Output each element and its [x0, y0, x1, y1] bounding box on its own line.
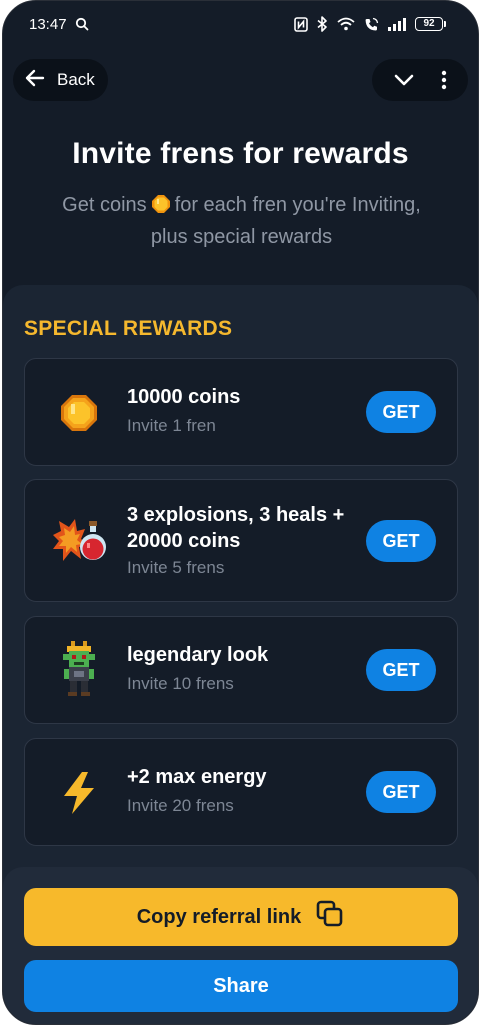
explosion-potion-icon [51, 513, 107, 569]
reward-title: 3 explosions, 3 heals + 20000 coins [127, 504, 345, 552]
reward-card: +2 max energy Invite 20 frens GET [24, 738, 458, 846]
reward-requirement: Invite 20 frens [127, 796, 234, 815]
app-menu-controls [372, 59, 468, 101]
reward-text: +2 max energy Invite 20 frens [127, 764, 267, 816]
status-time: 13:47 [29, 15, 67, 33]
section-title: SPECIAL REWARDS [24, 317, 233, 340]
reward-text: 3 explosions, 3 heals + 20000 coins Invi… [127, 502, 357, 578]
app-screen: 13:47 92 Back Invite frens for rewards G… [2, 0, 479, 1025]
reward-requirement: Invite 1 fren [127, 416, 216, 435]
page-subtitle: Get coins for each fren you're Inviting, … [43, 189, 440, 253]
get-button[interactable]: GET [366, 771, 436, 813]
arrow-left-icon [25, 69, 45, 92]
reward-title: legendary look [127, 644, 269, 666]
more-vertical-icon[interactable] [441, 70, 447, 90]
goblin-character-icon [51, 641, 107, 697]
copy-referral-label: Copy referral link [136, 905, 302, 928]
reward-text: legendary look Invite 10 frens [127, 642, 268, 694]
get-button[interactable]: GET [366, 520, 436, 562]
get-button[interactable]: GET [366, 391, 436, 433]
reward-card: legendary look Invite 10 frens GET [24, 616, 458, 724]
status-left: 13:47 [29, 16, 89, 33]
rewards-panel: SPECIAL REWARDS 10000 coins Invite 1 fre… [3, 285, 478, 905]
coin-icon [151, 191, 170, 213]
bottom-actions: Copy referral link Share [3, 867, 478, 1024]
bluetooth-icon [317, 16, 328, 32]
reward-requirement: Invite 5 frens [127, 558, 225, 577]
reward-card: 10000 coins Invite 1 fren GET [24, 358, 458, 466]
reward-text: 10000 coins Invite 1 fren [127, 384, 240, 436]
reward-title: +2 max energy [127, 766, 267, 788]
share-button[interactable]: Share [24, 960, 458, 1012]
reward-requirement: Invite 10 frens [127, 674, 234, 693]
copy-icon [315, 899, 345, 935]
nfc-icon [294, 16, 308, 32]
reward-title: 10000 coins [127, 386, 241, 408]
lightning-icon [51, 765, 107, 821]
back-label: Back [57, 70, 95, 89]
battery-icon: 92 [415, 17, 446, 31]
page-title: Invite frens for rewards [72, 137, 409, 170]
reward-card: 3 explosions, 3 heals + 20000 coins Invi… [24, 479, 458, 602]
coin-icon [51, 385, 107, 441]
chevron-down-icon[interactable] [394, 74, 414, 86]
wifi-icon [337, 17, 355, 31]
search-icon [75, 17, 89, 31]
back-button[interactable]: Back [13, 59, 108, 101]
battery-level: 92 [415, 17, 443, 31]
subtitle-part1: Get coins [62, 194, 147, 216]
status-bar: 13:47 92 [3, 1, 478, 47]
copy-referral-link-button[interactable]: Copy referral link [24, 888, 458, 946]
wifi-calling-icon [364, 17, 379, 32]
get-button[interactable]: GET [366, 649, 436, 691]
signal-icon [388, 17, 406, 31]
phone-frame: 13:47 92 Back Invite frens for rewards G… [0, 0, 481, 1027]
status-right: 92 [294, 16, 446, 32]
subtitle-part2: for each fren you're Inviting, plus spec… [150, 194, 421, 248]
